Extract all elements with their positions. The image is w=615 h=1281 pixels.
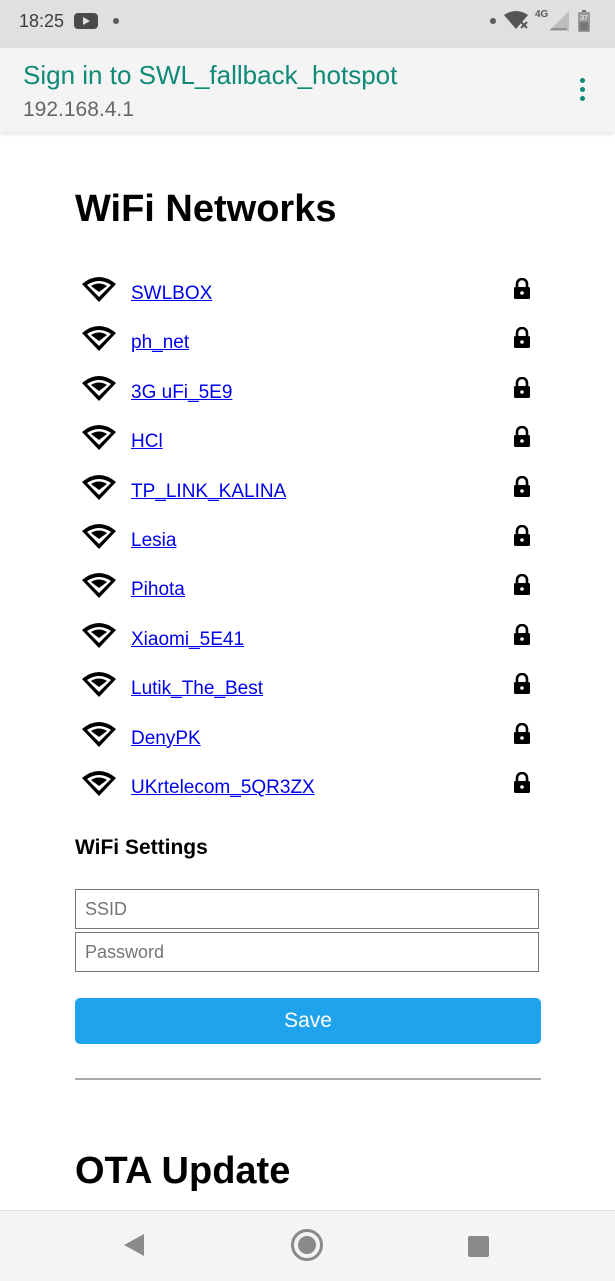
back-icon[interactable] <box>123 1233 145 1257</box>
lock-icon <box>513 574 531 601</box>
list-item: Lesia <box>75 517 541 566</box>
wifi-signal-icon <box>81 424 117 457</box>
wifi-signal-icon <box>81 474 117 507</box>
lock-icon <box>513 672 531 700</box>
wifi-signal-icon <box>81 671 117 704</box>
battery-level: 37 <box>580 15 588 22</box>
network-link[interactable]: 3G uFi_5E9 <box>131 382 232 404</box>
list-item: HCl <box>75 418 541 467</box>
wifi-networks-heading: WiFi Networks <box>75 188 337 230</box>
network-list: SWLBOX ph_net 3G uFi_5E9 HCl TP_LINK_KALINA L… <box>75 270 541 813</box>
youtube-icon <box>74 13 98 29</box>
network-link[interactable]: TP_LINK_KALINA <box>131 481 286 503</box>
wifi-signal-icon <box>81 325 117 358</box>
lock-icon <box>513 277 531 305</box>
network-link[interactable]: HCl <box>131 431 163 453</box>
network-link[interactable]: Pihota <box>131 579 185 601</box>
more-options-icon[interactable] <box>578 78 588 102</box>
ota-update-heading: OTA Update <box>75 1150 291 1192</box>
lock-icon <box>513 722 531 750</box>
list-item: 3G uFi_5E9 <box>75 369 541 418</box>
lock-icon <box>513 376 531 404</box>
wifi-signal-icon <box>81 375 117 408</box>
wifi-signal-icon <box>81 770 117 803</box>
wifi-signal-icon <box>81 276 117 309</box>
page-title: Sign in to SWL_fallback_hotspot <box>23 60 398 90</box>
notification-dot-icon <box>113 18 119 24</box>
network-link[interactable]: ph_net <box>131 332 189 354</box>
status-time: 18:25 <box>19 11 65 31</box>
notification-dot-icon <box>490 18 496 24</box>
wifi-settings-heading: WiFi Settings <box>75 836 208 859</box>
wifi-signal-icon <box>81 622 117 655</box>
recents-icon[interactable] <box>468 1236 489 1257</box>
wifi-signal-icon <box>81 572 117 605</box>
list-item: UKrtelecom_5QR3ZX <box>75 764 541 813</box>
wifi-signal-icon <box>81 721 117 754</box>
navigation-bar <box>0 1210 615 1281</box>
status-bar: 18:25 4G 37 <box>0 0 615 48</box>
network-type: 4G <box>535 9 549 20</box>
list-item: ph_net <box>75 319 541 368</box>
save-button[interactable]: Save <box>75 998 541 1044</box>
page-url: 192.168.4.1 <box>23 98 134 121</box>
signal-icon <box>549 11 569 31</box>
list-item: Lutik_The_Best <box>75 665 541 714</box>
network-link[interactable]: UKrtelecom_5QR3ZX <box>131 777 315 799</box>
ssid-input[interactable]: SSID <box>75 889 539 929</box>
lock-icon <box>513 425 531 453</box>
wifi-signal-icon <box>81 523 117 556</box>
list-item: DenyPK <box>75 715 541 764</box>
list-item: Pihota <box>75 566 541 615</box>
network-link[interactable]: Lesia <box>131 530 176 552</box>
home-icon[interactable] <box>290 1228 324 1262</box>
list-item: SWLBOX <box>75 270 541 319</box>
captive-portal-header: Sign in to SWL_fallback_hotspot 192.168.… <box>0 48 615 132</box>
wifi-icon <box>504 11 528 29</box>
network-link[interactable]: SWLBOX <box>131 283 212 305</box>
lock-icon <box>513 327 531 354</box>
list-item: TP_LINK_KALINA <box>75 468 541 517</box>
lock-icon <box>513 475 531 503</box>
password-input[interactable]: Password <box>75 932 539 972</box>
lock-icon <box>513 623 531 651</box>
network-link[interactable]: DenyPK <box>131 728 201 750</box>
list-item: Xiaomi_5E41 <box>75 616 541 665</box>
lock-icon <box>513 524 531 552</box>
network-link[interactable]: Xiaomi_5E41 <box>131 629 244 651</box>
network-link[interactable]: Lutik_The_Best <box>131 678 263 700</box>
divider <box>75 1078 541 1080</box>
lock-icon <box>513 771 531 799</box>
